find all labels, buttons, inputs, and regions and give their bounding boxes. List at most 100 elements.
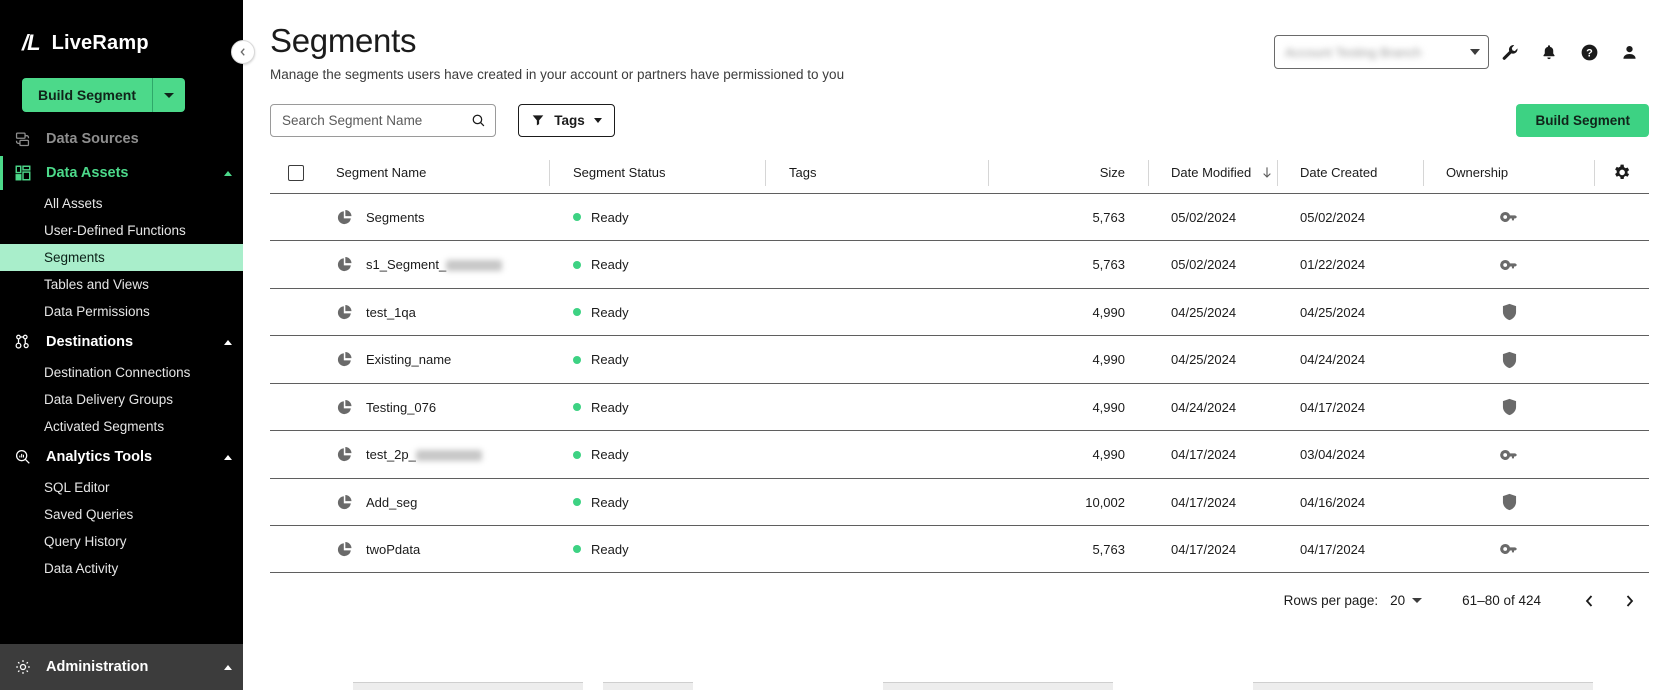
search-segment-name[interactable] (270, 103, 496, 137)
sidebar-collapse-button[interactable] (231, 40, 255, 64)
cell-date-modified: 04/17/2024 (1171, 494, 1237, 510)
sidebar-group-administration[interactable]: Administration (0, 644, 243, 690)
pie-chart-icon (336, 541, 353, 558)
sidebar-group-data-sources[interactable]: Data Sources (0, 122, 243, 156)
sidebar-item-tables-and-views[interactable]: Tables and Views (0, 271, 243, 298)
column-header-segment-status[interactable]: Segment Status (550, 160, 765, 186)
table-header-row: Segment Name Segment Status Tags Size Da… (270, 153, 1649, 193)
sidebar-build-wrap: Build Segment (0, 62, 243, 122)
column-header-date-modified[interactable]: Date Modified (1149, 160, 1277, 186)
cell-ownership (1424, 398, 1594, 416)
pagination-prev-button[interactable] (1569, 581, 1609, 621)
table-row[interactable]: Existing_name Ready 4,990 04/25/2024 04/24/2… (270, 335, 1649, 383)
cell-size: 5,763 (1092, 209, 1125, 225)
select-all-checkbox[interactable] (288, 164, 304, 181)
cell-segment-status: Ready (550, 352, 765, 367)
cell-date-created: 04/24/2024 (1300, 352, 1366, 368)
sidebar-group-data-assets[interactable]: Data Assets (0, 156, 243, 190)
sidebar-group-chevron[interactable] (213, 454, 243, 460)
cell-segment-name[interactable]: twoPdata (336, 541, 549, 558)
sidebar-administration-chevron[interactable] (213, 664, 243, 670)
cell-segment-status: Ready (550, 447, 765, 462)
status-label: Ready (591, 257, 629, 273)
table-row[interactable]: Add_seg Ready 10,002 04/17/2024 04/16/2024 (270, 477, 1649, 526)
cell-date-created: 04/17/2024 (1300, 541, 1366, 557)
sidebar-item-data-delivery-groups[interactable]: Data Delivery Groups (0, 386, 243, 413)
wrench-icon[interactable] (1489, 32, 1529, 72)
column-header-date-created[interactable]: Date Created (1278, 160, 1423, 186)
bottom-strip-segment (603, 682, 693, 690)
table-row[interactable]: Testing_076 Ready 4,990 04/24/2024 04/17/202… (270, 382, 1649, 431)
cell-segment-status: Ready (550, 305, 765, 320)
sidebar-item-segments[interactable]: Segments (0, 244, 243, 271)
sidebar-item-activated-segments[interactable]: Activated Segments (0, 413, 243, 440)
sidebar-item-data-activity[interactable]: Data Activity (0, 555, 243, 582)
segment-name-label: test_1qa (366, 304, 416, 320)
sidebar-build-segment-button[interactable]: Build Segment (22, 78, 186, 112)
bell-icon[interactable] (1529, 32, 1569, 72)
data-assets-icon (14, 164, 46, 182)
column-header-size[interactable]: Size (989, 160, 1125, 186)
pagination-next-button[interactable] (1609, 581, 1649, 621)
cell-segment-name[interactable]: Testing_076 (336, 399, 549, 416)
cell-date-created: 01/22/2024 (1300, 257, 1366, 273)
sidebar-build-segment-dropdown[interactable] (153, 78, 185, 112)
database-icon (14, 131, 46, 148)
sidebar-item-sql-editor[interactable]: SQL Editor (0, 474, 243, 501)
bottom-strip-segment (883, 682, 1113, 690)
table-row[interactable]: test_2p_ Ready 4,990 04/17/2024 03/04/2024 (270, 430, 1649, 478)
cell-segment-name[interactable]: Add_seg (336, 494, 549, 511)
user-icon[interactable] (1609, 32, 1649, 72)
cell-size: 4,990 (1092, 304, 1125, 320)
build-segment-button[interactable]: Build Segment (1516, 103, 1649, 137)
sidebar-build-segment-label: Build Segment (22, 78, 154, 112)
sidebar-item-all-assets[interactable]: All Assets (0, 190, 243, 217)
table-row[interactable]: test_1qa Ready 4,990 04/25/2024 04/25/2024 (270, 287, 1649, 336)
sidebar-group-chevron[interactable] (213, 170, 243, 176)
status-label: Ready (591, 541, 629, 557)
table-row[interactable]: s1_Segment_ Ready 5,763 05/02/2024 01/22/202… (270, 240, 1649, 288)
sidebar-item-destination-connections[interactable]: Destination Connections (0, 359, 243, 386)
redacted-text (415, 450, 482, 462)
cell-date-modified: 05/02/2024 (1171, 257, 1237, 273)
sidebar-item-data-permissions[interactable]: Data Permissions (0, 298, 243, 325)
cell-segment-name[interactable]: s1_Segment_ (336, 256, 549, 273)
column-header-segment-name[interactable]: Segment Name (336, 160, 549, 186)
caret-down-icon (1470, 49, 1480, 55)
destinations-icon (14, 333, 46, 351)
sidebar-item-query-history[interactable]: Query History (0, 528, 243, 555)
cell-date-created: 03/04/2024 (1300, 447, 1366, 463)
status-dot-icon (573, 450, 581, 459)
help-circle-icon[interactable]: ? (1569, 32, 1609, 72)
search-input[interactable] (282, 112, 471, 128)
table-settings-button[interactable] (1595, 164, 1649, 181)
account-selector[interactable]: Account Testing Branch (1274, 35, 1489, 69)
sidebar-group-chevron[interactable] (213, 339, 243, 345)
segment-name-label: Segments (366, 209, 425, 225)
cell-segment-name[interactable]: test_2p_ (336, 446, 549, 463)
caret-down-icon (164, 92, 175, 98)
tags-filter-label: Tags (554, 112, 585, 128)
column-header-ownership[interactable]: Ownership (1424, 160, 1594, 186)
sidebar-group-label: Analytics Tools (46, 449, 153, 465)
sidebar-group-analytics-tools[interactable]: Analytics Tools (0, 440, 243, 474)
column-header-date-modified-label: Date Modified (1171, 165, 1252, 181)
table-row[interactable]: Segments Ready 5,763 05/02/2024 05/02/2024 (270, 192, 1649, 241)
sidebar-group-destinations[interactable]: Destinations (0, 325, 243, 359)
select-all-cell (270, 164, 336, 181)
sidebar-group-label: Data Sources (46, 131, 139, 147)
filter-icon (532, 115, 544, 126)
sidebar-item-user-defined-functions[interactable]: User-Defined Functions (0, 217, 243, 244)
column-header-tags[interactable]: Tags (766, 160, 988, 186)
rows-per-page-select[interactable]: 20 (1390, 593, 1423, 608)
key-icon (1499, 448, 1519, 462)
cell-segment-name[interactable]: Existing_name (336, 351, 549, 368)
chevron-up-icon (224, 170, 232, 176)
cell-segment-name[interactable]: Segments (336, 209, 549, 226)
cell-ownership (1424, 542, 1594, 556)
sidebar-item-saved-queries[interactable]: Saved Queries (0, 501, 243, 528)
chevron-left-icon (1585, 595, 1592, 607)
cell-segment-name[interactable]: test_1qa (336, 304, 549, 321)
tags-filter-button[interactable]: Tags (518, 103, 615, 137)
table-row[interactable]: twoPdata Ready 5,763 04/17/2024 04/17/2024 (270, 525, 1649, 573)
